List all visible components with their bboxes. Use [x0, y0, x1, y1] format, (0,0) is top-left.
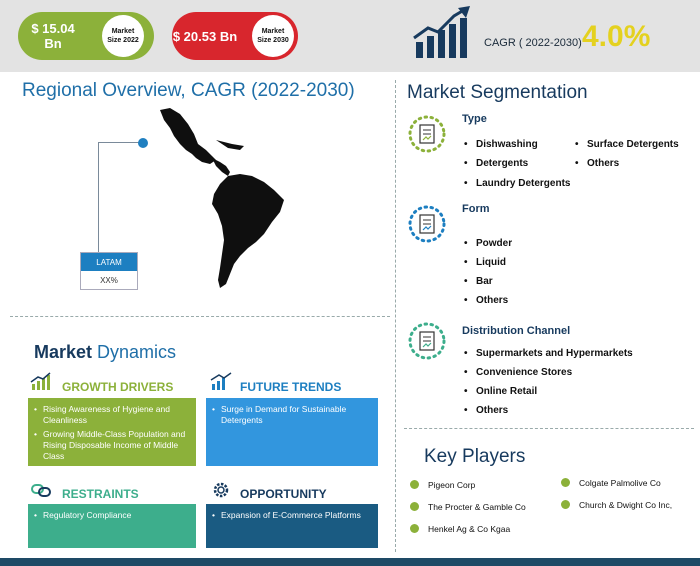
opportunity-box: Expansion of E-Commerce Platforms [206, 504, 378, 548]
market-size-2030-value: $ 20.53 Bn [172, 12, 238, 60]
restraints-heading: RESTRAINTS [62, 487, 139, 501]
market-size-2022-value: $ 15.04 Bn [18, 12, 88, 60]
growth-drivers-heading: GROWTH DRIVERS [62, 380, 174, 394]
vertical-divider [395, 80, 396, 552]
market-dynamics-title: Market Dynamics [34, 342, 176, 363]
label-line-1: Market [111, 28, 135, 35]
bullet-dot [561, 500, 570, 509]
segment-form-label: Form [462, 203, 490, 215]
list-item: Dishwashing [464, 138, 538, 151]
future-trends-heading: FUTURE TRENDS [240, 380, 342, 394]
trend-icon [210, 372, 232, 390]
unit-line: Bn [44, 36, 62, 51]
list-item: Surge in Demand for Sustainable Detergen… [212, 404, 372, 426]
market-size-2022-label: Market Size 2022 [102, 15, 144, 57]
opportunity-heading: OPPORTUNITY [240, 487, 327, 501]
bar-chart-arrow-icon [413, 6, 470, 58]
list-item: Laundry Detergents [464, 177, 571, 190]
label-line-1: Market [261, 28, 285, 35]
list-item: Others [464, 404, 508, 417]
gear-icon [213, 482, 229, 498]
latam-tag: LATAM [81, 253, 137, 271]
latin-america-map [160, 108, 284, 288]
bullet-dot [561, 478, 570, 487]
market-size-2030-pill: $ 20.53 Bn Market Size 2030 [172, 12, 298, 60]
key-player-item: Pigeon Corp [428, 480, 476, 490]
latam-marker-dot [138, 138, 148, 148]
latam-leader-line [98, 142, 140, 254]
market-segmentation-title: Market Segmentation [407, 82, 588, 103]
regional-overview-title: Regional Overview, CAGR (2022-2030) [22, 80, 355, 101]
horizontal-divider-left [10, 316, 390, 317]
list-item: Powder [464, 237, 512, 250]
list-item: Regulatory Compliance [34, 510, 190, 521]
list-item: Others [575, 157, 619, 170]
segment-form: Form [406, 203, 694, 303]
key-player-item: The Procter & Gamble Co [428, 502, 526, 512]
growth-chart-icon [30, 372, 51, 390]
bullet-dot [410, 524, 419, 533]
document-chart-icon [408, 322, 446, 360]
value-line: $ 20.53 Bn [172, 28, 238, 44]
key-player-item: Church & Dwight Co Inc, [579, 500, 673, 510]
future-trends-box: Surge in Demand for Sustainable Detergen… [206, 398, 378, 466]
restraints-box: Regulatory Compliance [28, 504, 196, 548]
list-item: Liquid [464, 256, 506, 269]
label-line-2: Size 2030 [257, 37, 289, 44]
key-player-item: Henkel Ag & Co Kgaa [428, 524, 511, 534]
list-item-continuation: Detergents [464, 157, 528, 170]
label-line-2: Size 2022 [107, 37, 139, 44]
document-chart-icon [408, 115, 446, 153]
list-item: Bar [464, 275, 492, 288]
list-item: Online Retail [464, 385, 537, 398]
cagr-value: 4.0% [582, 20, 651, 53]
horizontal-divider-right [404, 428, 694, 429]
list-item: Growing Middle-Class Population and Risi… [34, 429, 190, 462]
list-item: Supermarkets and Hypermarkets [464, 347, 633, 360]
bullet-dot [410, 502, 419, 511]
document-chart-icon [408, 205, 446, 243]
title-part-1: Market [34, 342, 93, 362]
value-line: $ 15.04 [31, 21, 75, 36]
cagr-label: CAGR ( 2022-2030) [484, 37, 582, 49]
list-item: Surface Detergents [575, 138, 679, 151]
segment-type-label: Type [462, 113, 487, 125]
chain-icon [31, 484, 51, 497]
market-size-2030-label: Market Size 2030 [252, 15, 294, 57]
list-item: Others [464, 294, 508, 307]
list-item: Rising Awareness of Hygiene and Cleanlin… [34, 404, 190, 426]
list-item: Convenience Stores [464, 366, 572, 379]
bullet-dot [410, 480, 419, 489]
title-part-2: Dynamics [92, 342, 177, 362]
segment-distribution-label: Distribution Channel [462, 325, 571, 337]
market-size-2022-pill: $ 15.04 Bn Market Size 2022 [18, 12, 154, 60]
growth-drivers-box: Rising Awareness of Hygiene and Cleanlin… [28, 398, 196, 466]
latam-callout: LATAM XX% [80, 252, 138, 290]
latam-value: XX% [100, 275, 118, 285]
list-item: Expansion of E-Commerce Platforms [212, 510, 372, 521]
key-player-item: Colgate Palmolive Co [579, 478, 661, 488]
key-players-title: Key Players [424, 446, 526, 467]
footer-band [0, 558, 700, 566]
